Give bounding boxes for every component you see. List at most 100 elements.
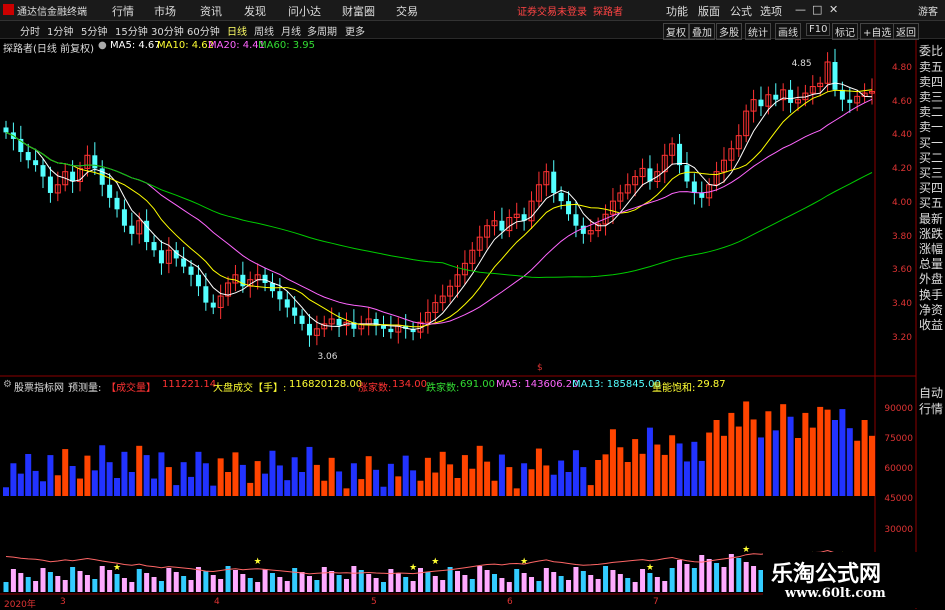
volume-bar: [535, 448, 542, 496]
minimize-button[interactable]: —: [795, 3, 806, 16]
volume-bar: [380, 486, 387, 496]
volume-bar: [506, 467, 513, 496]
indicator-settings-icon[interactable]: ⚙: [3, 379, 12, 390]
stats-button[interactable]: 统计: [745, 23, 771, 40]
overlay-button[interactable]: 叠加: [689, 23, 715, 40]
indicator-bar: [314, 580, 320, 592]
side-item-earnings[interactable]: 收益: [917, 318, 945, 333]
menu-item-formula[interactable]: 公式: [730, 3, 752, 19]
period-tab-30min[interactable]: 30分钟: [151, 23, 184, 38]
candle-body: [847, 99, 853, 103]
side-item-weibi[interactable]: 委比: [917, 44, 945, 59]
kline-chart[interactable]: 4.853.06★★★★★★★★★: [0, 0, 945, 609]
mark-button[interactable]: 标记: [832, 23, 858, 40]
menu-item-options[interactable]: 选项: [760, 3, 782, 19]
volume-bar: [262, 473, 269, 496]
period-tab-1min[interactable]: 1分钟: [47, 23, 73, 38]
menu-item-market[interactable]: 市场: [154, 3, 176, 19]
guest-label[interactable]: 游客: [918, 3, 938, 18]
adjust-button[interactable]: 复权: [663, 23, 689, 40]
side-item-buy1[interactable]: 买一: [917, 136, 945, 151]
volume-bar: [602, 454, 609, 496]
volume-bar: [158, 452, 165, 496]
side-item-buy2[interactable]: 买二: [917, 151, 945, 166]
period-tab-multi[interactable]: 多周期: [307, 23, 337, 38]
period-tab-weekly[interactable]: 周线: [254, 23, 274, 38]
indicator-bar: [558, 576, 564, 592]
candle-body: [3, 127, 9, 133]
side-item-buy4[interactable]: 买四: [917, 181, 945, 196]
f10-button[interactable]: F10: [806, 23, 831, 36]
side-item-sell4[interactable]: 卖四: [917, 75, 945, 90]
add-watchlist-button[interactable]: +自选: [860, 23, 895, 40]
indicator-bar: [10, 569, 16, 592]
volume-bar: [743, 401, 750, 496]
indicator-bar: [455, 571, 461, 592]
side-item-buy5[interactable]: 买五: [917, 196, 945, 211]
indicator-bar: [566, 580, 572, 592]
volume-bar: [336, 471, 343, 496]
volume-bar: [609, 429, 616, 496]
period-tab-intraday[interactable]: 分时: [20, 23, 40, 38]
side-item-change[interactable]: 涨跌: [917, 227, 945, 242]
multi-stock-button[interactable]: 多股: [716, 23, 742, 40]
volume-bar: [232, 452, 239, 496]
candle-body: [195, 274, 201, 287]
side-item-change-pct[interactable]: 涨幅: [917, 242, 945, 257]
menu-item-quotes[interactable]: 行情: [112, 3, 134, 19]
close-button[interactable]: ✕: [829, 3, 838, 16]
price-panel-title: 探路者(日线 前复权): [3, 44, 94, 55]
maximize-button[interactable]: □: [812, 3, 822, 16]
period-tab-daily[interactable]: 日线: [227, 23, 247, 38]
date-axis-label: 3: [60, 597, 66, 607]
candle-body: [33, 160, 39, 166]
price-axis-tick: 4.00: [891, 198, 912, 208]
side-item-buy3[interactable]: 买三: [917, 166, 945, 181]
menu-item-ask[interactable]: 问小达: [288, 3, 321, 19]
volume-bar: [306, 446, 313, 496]
volume-bar: [210, 485, 217, 496]
settings-dot-icon[interactable]: ●: [98, 40, 107, 51]
candle-body: [388, 328, 394, 333]
period-tab-more[interactable]: 更多: [345, 23, 365, 38]
period-tab-monthly[interactable]: 月线: [281, 23, 301, 38]
period-tab-60min[interactable]: 60分钟: [187, 23, 220, 38]
watermark-site-name: 乐淘公式网: [771, 561, 882, 587]
indicator-bar: [654, 577, 660, 592]
high-price-label: 4.85: [792, 59, 812, 69]
side-item-volume[interactable]: 总量: [917, 257, 945, 272]
candle-body: [277, 291, 283, 300]
side-item-outer[interactable]: 外盘: [917, 272, 945, 287]
draw-line-button[interactable]: 画线: [775, 23, 801, 40]
menu-item-news[interactable]: 资讯: [200, 3, 222, 19]
indicator-bar: [506, 582, 512, 592]
side-item-latest[interactable]: 最新: [917, 212, 945, 227]
menu-item-discover[interactable]: 发现: [244, 3, 266, 19]
candle-body: [773, 94, 779, 100]
side-item-auto[interactable]: 自动: [917, 386, 945, 401]
volume-bar: [632, 439, 639, 496]
side-item-turnover[interactable]: 换手: [917, 288, 945, 303]
side-item-sell5[interactable]: 卖五: [917, 60, 945, 75]
market-label: 大盘成交【手】:: [213, 383, 287, 394]
side-item-quotes[interactable]: 行情: [917, 402, 945, 417]
star-marker: ★: [113, 563, 121, 573]
volume-bar: [861, 420, 868, 496]
volume-bar: [276, 465, 283, 496]
menu-item-wealth[interactable]: 财富圈: [342, 3, 375, 19]
back-button[interactable]: 返回: [893, 23, 919, 40]
period-tab-15min[interactable]: 15分钟: [115, 23, 148, 38]
volume-bar: [373, 469, 380, 496]
side-item-sell1[interactable]: 卖一: [917, 120, 945, 135]
menu-item-trade[interactable]: 交易: [396, 3, 418, 19]
period-tab-5min[interactable]: 5分钟: [81, 23, 107, 38]
side-item-sell2[interactable]: 卖二: [917, 105, 945, 120]
side-item-net-asset[interactable]: 净资: [917, 303, 945, 318]
login-notice[interactable]: 证券交易未登录: [517, 3, 587, 18]
volume-bar: [765, 411, 772, 496]
menu-item-function[interactable]: 功能: [666, 3, 688, 19]
menu-item-layout[interactable]: 版面: [698, 3, 720, 19]
side-item-sell3[interactable]: 卖三: [917, 90, 945, 105]
indicator-bar: [529, 577, 535, 592]
volume-bar: [225, 472, 232, 496]
